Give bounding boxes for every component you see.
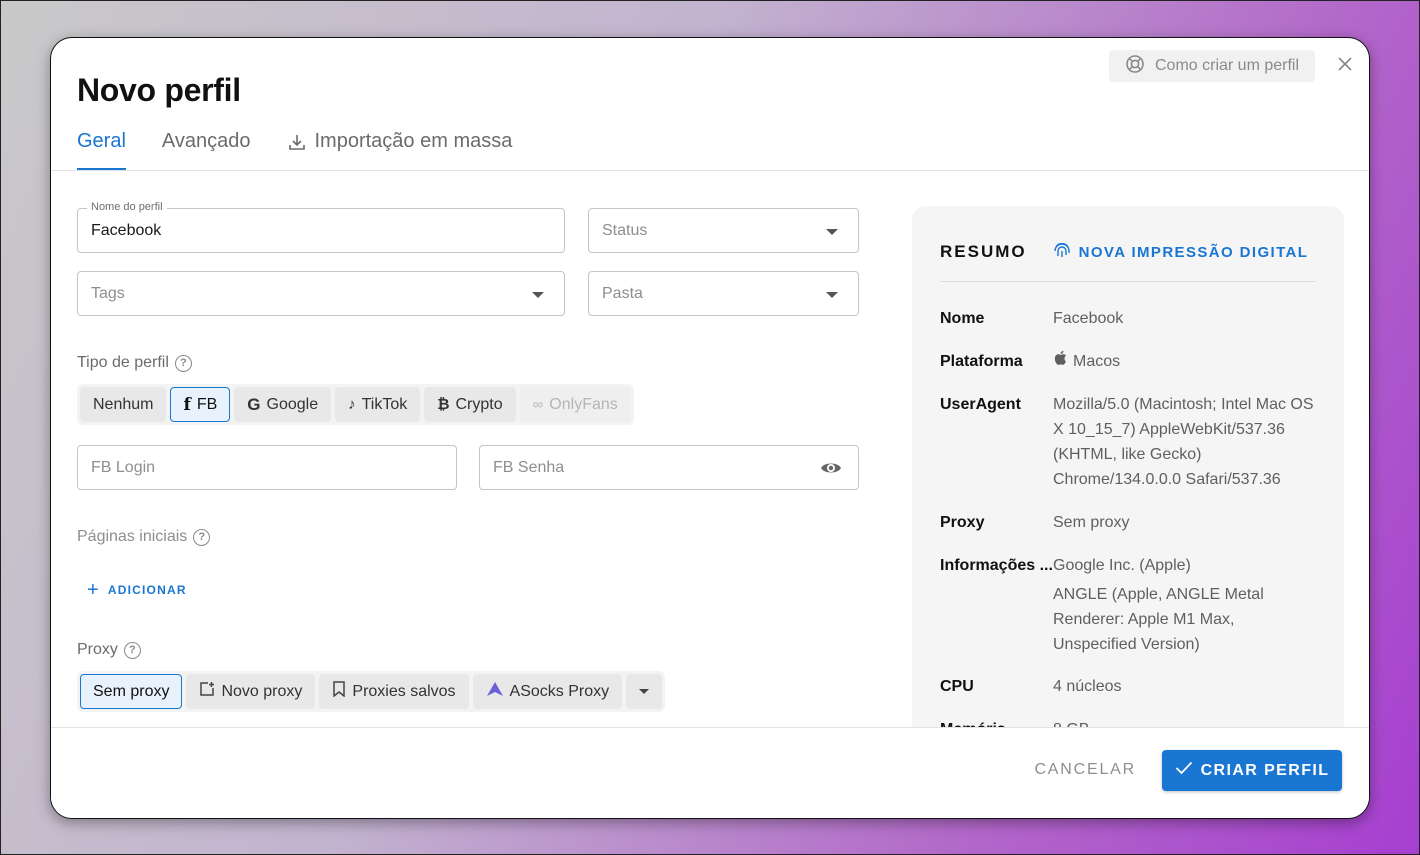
summary-row-proxy: Proxy Sem proxy [940,514,1130,531]
tabs-divider [51,170,1369,171]
proxy-options-group: Sem proxy Novo proxy Proxies salvos ASoc… [77,671,666,712]
plus-icon: + [87,579,100,601]
summary-row-useragent: UserAgent Mozilla/5.0 (Macintosh; Intel … [940,396,1314,488]
summary-title: RESUMO [940,242,1027,261]
fb-password-field[interactable]: FB Senha [479,445,859,490]
bookmark-icon [332,681,346,702]
download-icon [287,132,307,158]
dialog-title: Novo perfil [77,72,241,108]
dropdown-arrow-icon [532,292,544,298]
help-circle-icon[interactable]: ? [174,354,192,372]
show-password-icon[interactable] [820,458,842,483]
bitcoin-icon: ₿ [437,396,450,413]
new-proxy-option[interactable]: Novo proxy [186,674,316,709]
tags-select[interactable]: Tags [77,271,565,316]
create-profile-button[interactable]: CRIAR PERFIL [1162,750,1342,791]
saved-proxies-option[interactable]: Proxies salvos [319,674,469,709]
proxy-more-dropdown[interactable] [626,674,663,709]
how-to-create-profile-button[interactable]: Como criar um perfil [1109,50,1315,82]
asocks-proxy-option[interactable]: ASocks Proxy [472,674,623,709]
summary-panel: RESUMO NOVA IMPRESSÃO DIGITAL Nome Faceb… [912,206,1344,806]
profile-type-fb[interactable]: f FB [170,387,231,422]
onlyfans-icon: ∞ [532,396,544,413]
status-select[interactable]: Status [588,208,859,253]
profile-name-field[interactable]: Nome do perfil Facebook [77,201,565,253]
dropdown-arrow-icon [826,229,838,235]
help-label: Como criar um perfil [1155,57,1300,74]
new-fingerprint-button[interactable]: NOVA IMPRESSÃO DIGITAL [1053,241,1309,263]
profile-type-tiktok[interactable]: ♪ TikTok [335,387,421,422]
folder-select[interactable]: Pasta [588,271,859,316]
add-box-icon [199,681,215,702]
add-start-page-button[interactable]: + ADICIONAR [87,580,187,600]
profile-type-group: Nenhum f FB G Google ♪ TikTok ₿ Crypto ∞… [77,384,634,425]
profile-type-label: Tipo de perfil ? [77,354,192,372]
tiktok-icon: ♪ [348,396,356,413]
start-pages-label: Páginas iniciais ? [77,528,211,546]
proxy-label: Proxy ? [77,641,141,659]
profile-name-label: Nome do perfil [87,201,167,213]
facebook-icon: f [183,394,191,415]
summary-row-name: Nome Facebook [940,310,1124,327]
proxy-none-option[interactable]: Sem proxy [80,674,183,709]
profile-name-value: Facebook [91,221,162,239]
tab-bulk-import[interactable]: Importação em massa [287,128,512,170]
dropdown-arrow-icon [826,292,838,298]
google-icon: G [247,394,261,414]
cancel-button[interactable]: CANCELAR [1034,761,1136,779]
help-circle-icon[interactable]: ? [123,641,141,659]
profile-type-none[interactable]: Nenhum [80,387,167,422]
asocks-logo-icon [486,681,504,702]
tab-bar: Geral Avançado Importação em massa [77,128,512,170]
summary-row-platform: Plataforma Macos [940,349,1318,374]
new-profile-dialog: Novo perfil Como criar um perfil Geral A… [50,37,1370,819]
summary-row-webgl-info: Informações ... Google Inc. (Apple) ANGL… [940,557,1264,653]
profile-type-google[interactable]: G Google [234,387,332,422]
help-circle-icon[interactable]: ? [193,528,211,546]
chevron-down-icon [639,689,650,694]
summary-row-cpu: CPU 4 núcleos [940,678,1122,695]
check-icon [1175,761,1193,780]
summary-header: RESUMO NOVA IMPRESSÃO DIGITAL [940,241,1316,282]
fb-login-field[interactable]: FB Login [77,445,457,490]
apple-icon [1053,349,1067,374]
dialog-footer: CANCELAR CRIAR PERFIL [51,728,1369,818]
fingerprint-icon [1053,241,1071,263]
lifebuoy-icon [1125,54,1145,79]
profile-type-onlyfans: ∞ OnlyFans [519,387,631,422]
profile-type-crypto[interactable]: ₿ Crypto [424,387,516,422]
close-icon[interactable] [1335,54,1355,74]
tab-advanced[interactable]: Avançado [162,128,251,170]
tab-general[interactable]: Geral [77,128,126,170]
